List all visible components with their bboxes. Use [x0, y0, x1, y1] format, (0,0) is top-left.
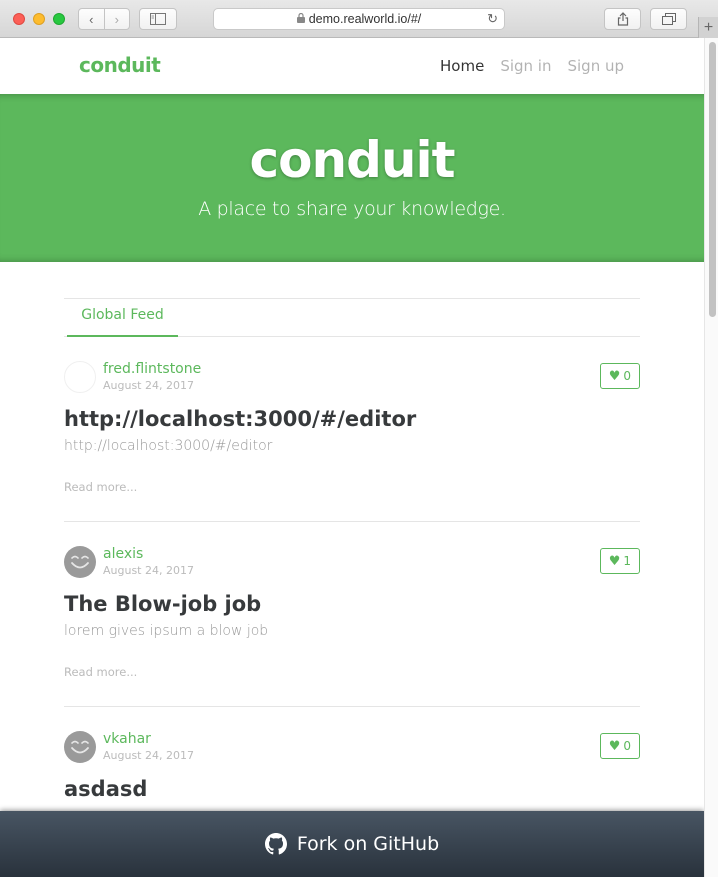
browser-toolbar: ‹ › demo.realworld.io/#/ ↻ +	[0, 0, 718, 38]
reload-icon[interactable]: ↻	[487, 11, 498, 27]
forward-button[interactable]: ›	[103, 9, 130, 29]
article-title[interactable]: The Blow-job job	[64, 592, 261, 616]
favorite-count: 0	[623, 369, 631, 383]
feed-tabs: Global Feed	[64, 300, 640, 337]
footer-label: Fork on GitHub	[296, 833, 440, 855]
avatar[interactable]	[64, 361, 96, 393]
avatar[interactable]	[64, 546, 96, 578]
share-icon	[617, 12, 628, 26]
site-navbar: conduit Home Sign in Sign up	[0, 38, 704, 94]
sidebar-icon	[150, 13, 166, 25]
history-nav: ‹ ›	[78, 8, 130, 30]
article-date: August 24, 2017	[103, 379, 194, 392]
tab-global-feed[interactable]: Global Feed	[67, 300, 178, 337]
favorite-button[interactable]: ♥ 0	[599, 363, 640, 389]
scrollbar-thumb[interactable]	[709, 42, 716, 317]
banner-title: conduit	[249, 131, 455, 189]
hero-banner: conduit A place to share your knowledge.	[0, 94, 704, 262]
page-viewport: conduit Home Sign in Sign up conduit A p…	[0, 38, 704, 877]
banner-subtitle: A place to share your knowledge.	[198, 198, 506, 220]
article-date: August 24, 2017	[103, 749, 194, 762]
favorite-count: 1	[623, 554, 631, 568]
smiley-icon	[71, 740, 89, 754]
avatar[interactable]	[64, 731, 96, 763]
article-description: lorem gives ipsum a blow job	[64, 623, 269, 639]
fork-on-github-banner[interactable]: Fork on GitHub	[0, 811, 704, 877]
read-more-link[interactable]: Read more...	[64, 665, 137, 679]
heart-icon: ♥	[608, 368, 621, 384]
tabs-icon	[661, 13, 676, 25]
feed-toggle	[64, 262, 640, 299]
new-tab-button[interactable]: +	[698, 17, 718, 38]
close-window-button[interactable]	[13, 13, 25, 25]
nav-links: Home Sign in Sign up	[440, 57, 624, 75]
nav-sign-in-link[interactable]: Sign in	[500, 57, 551, 75]
favorite-button[interactable]: ♥ 0	[599, 733, 640, 759]
github-icon	[264, 833, 287, 855]
read-more-link[interactable]: Read more...	[64, 480, 137, 494]
nav-home-link[interactable]: Home	[440, 57, 484, 75]
heart-icon: ♥	[608, 553, 621, 569]
page-scrollbar[interactable]	[704, 38, 718, 877]
heart-icon: ♥	[608, 738, 621, 754]
author-link[interactable]: fred.flintstone	[103, 361, 201, 377]
article-title[interactable]: http://localhost:3000/#/editor	[64, 407, 416, 431]
minimize-window-button[interactable]	[33, 13, 45, 25]
author-link[interactable]: vkahar	[103, 731, 151, 747]
favorite-button[interactable]: ♥ 1	[599, 548, 640, 574]
back-button[interactable]: ‹	[79, 9, 104, 29]
lock-icon	[296, 12, 305, 25]
article-title[interactable]: asdasd	[64, 777, 147, 801]
sidebar-toggle-button[interactable]	[139, 8, 177, 30]
url-text: demo.realworld.io/#/	[308, 12, 422, 26]
zoom-window-button[interactable]	[53, 13, 65, 25]
article-preview: alexis August 24, 2017 ♥ 1 The Blow-job …	[64, 522, 640, 707]
address-bar[interactable]: demo.realworld.io/#/ ↻	[213, 8, 505, 30]
author-link[interactable]: alexis	[103, 546, 143, 562]
favorite-count: 0	[623, 739, 631, 753]
brand-logo[interactable]: conduit	[79, 53, 161, 77]
show-tabs-button[interactable]	[650, 8, 687, 30]
article-preview: fred.flintstone August 24, 2017 ♥ 0 http…	[64, 337, 640, 522]
nav-sign-up-link[interactable]: Sign up	[567, 57, 624, 75]
smiley-icon	[71, 555, 89, 569]
article-description: http://localhost:3000/#/editor	[64, 438, 273, 454]
share-button[interactable]	[604, 8, 641, 30]
article-date: August 24, 2017	[103, 564, 194, 577]
